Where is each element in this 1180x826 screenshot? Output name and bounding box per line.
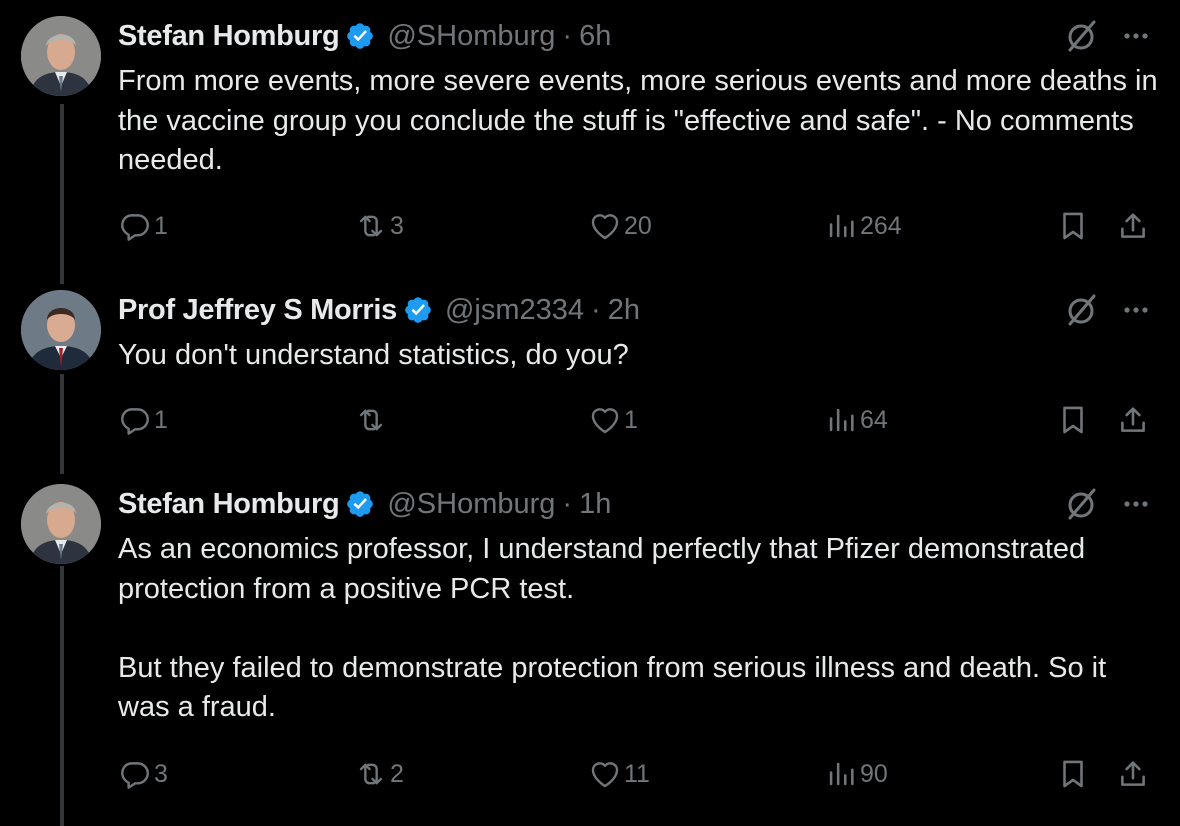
tweet-text: As an economics professor, I understand … [118, 533, 1107, 723]
tweet[interactable]: Stefan Homburg @SHomburg · 1h As an econ… [0, 484, 1180, 814]
tweet-actions: 3 2 11 90 [118, 754, 1158, 794]
grok-icon[interactable] [1062, 484, 1102, 524]
retweet-button[interactable]: 3 [354, 206, 404, 246]
reply-count: 1 [154, 211, 168, 240]
bookmark-button[interactable] [1056, 206, 1090, 246]
timestamp[interactable]: 1h [579, 488, 611, 521]
separator-dot: · [591, 293, 601, 326]
separator-dot: · [562, 487, 573, 520]
timestamp[interactable]: 2h [608, 294, 640, 327]
avatar[interactable] [21, 16, 101, 96]
reply-icon [121, 408, 149, 435]
verified-badge-icon[interactable] [403, 295, 433, 325]
user-handle[interactable]: @SHomburg [387, 488, 555, 521]
grok-icon[interactable] [1062, 290, 1102, 330]
avatar[interactable] [21, 290, 101, 370]
avatar-image [21, 290, 101, 370]
share-icon [1121, 761, 1145, 786]
like-count: 20 [624, 211, 652, 240]
reply-count: 1 [154, 405, 168, 434]
tweet-text: You don't understand statistics, do you? [118, 339, 629, 371]
tweet-actions: 1 1 64 [118, 400, 1158, 440]
verified-badge-icon[interactable] [345, 489, 375, 519]
views-chart-icon [829, 408, 854, 432]
bookmark-icon [1063, 760, 1083, 788]
bookmark-button[interactable] [1056, 754, 1090, 794]
heart-icon [591, 214, 619, 240]
views-button[interactable]: 90 [824, 754, 888, 794]
tweet-header: Stefan Homburg @SHomburg · 6h [118, 16, 611, 56]
tweet-header: Prof Jeffrey S Morris @jsm2334 · 2h [118, 290, 640, 330]
tweet[interactable]: Stefan Homburg @SHomburg · 6h From more … [0, 16, 1180, 266]
share-button[interactable] [1116, 206, 1150, 246]
more-dots-icon[interactable] [1116, 484, 1156, 524]
like-count: 11 [624, 759, 650, 788]
views-button[interactable]: 264 [824, 206, 902, 246]
bookmark-button[interactable] [1056, 400, 1090, 440]
views-count: 90 [860, 759, 888, 788]
avatar-image [21, 484, 101, 564]
separator-dot: · [562, 19, 573, 52]
display-name[interactable]: Prof Jeffrey S Morris [118, 294, 397, 327]
retweet-button[interactable]: 2 [354, 754, 404, 794]
tweet-header: Stefan Homburg @SHomburg · 1h [118, 484, 611, 524]
tweet-text: From more events, more severe events, mo… [118, 65, 1166, 176]
views-count: 64 [860, 405, 888, 434]
reply-count: 3 [154, 759, 168, 788]
heart-icon [591, 408, 619, 434]
share-button[interactable] [1116, 400, 1150, 440]
reply-button[interactable]: 1 [118, 400, 168, 440]
retweet-icon [359, 409, 383, 431]
like-button[interactable]: 20 [588, 206, 652, 246]
like-button[interactable]: 1 [588, 400, 638, 440]
views-chart-icon [829, 214, 854, 238]
reply-icon [121, 762, 149, 789]
user-handle[interactable]: @SHomburg [387, 20, 555, 53]
reply-button[interactable]: 1 [118, 206, 168, 246]
retweet-button[interactable] [354, 400, 390, 440]
views-chart-icon [829, 762, 854, 786]
display-name[interactable]: Stefan Homburg [118, 488, 340, 521]
like-button[interactable]: 11 [588, 754, 650, 794]
tweet[interactable]: Prof Jeffrey S Morris @jsm2334 · 2h You … [0, 290, 1180, 460]
avatar-image [21, 16, 101, 96]
retweet-count: 3 [390, 211, 404, 240]
timestamp[interactable]: 6h [579, 20, 611, 53]
retweet-count: 2 [390, 759, 404, 788]
retweet-icon [359, 763, 383, 785]
retweet-icon [359, 215, 383, 237]
bookmark-icon [1063, 212, 1083, 240]
share-button[interactable] [1116, 754, 1150, 794]
views-button[interactable]: 64 [824, 400, 888, 440]
more-dots-icon[interactable] [1116, 16, 1156, 56]
heart-icon [591, 762, 619, 788]
views-count: 264 [860, 211, 902, 240]
avatar[interactable] [21, 484, 101, 564]
verified-badge-icon[interactable] [345, 21, 375, 51]
conversation-thread: Stefan Homburg @SHomburg · 6h From more … [0, 0, 1180, 826]
user-handle[interactable]: @jsm2334 [445, 294, 584, 327]
reply-button[interactable]: 3 [118, 754, 168, 794]
tweet-actions: 1 3 20 264 [118, 206, 1158, 246]
like-count: 1 [624, 405, 638, 434]
share-icon [1121, 407, 1145, 432]
bookmark-icon [1063, 406, 1083, 434]
display-name[interactable]: Stefan Homburg [118, 20, 340, 53]
reply-icon [121, 214, 149, 241]
share-icon [1121, 213, 1145, 238]
more-dots-icon[interactable] [1116, 290, 1156, 330]
grok-icon[interactable] [1062, 16, 1102, 56]
